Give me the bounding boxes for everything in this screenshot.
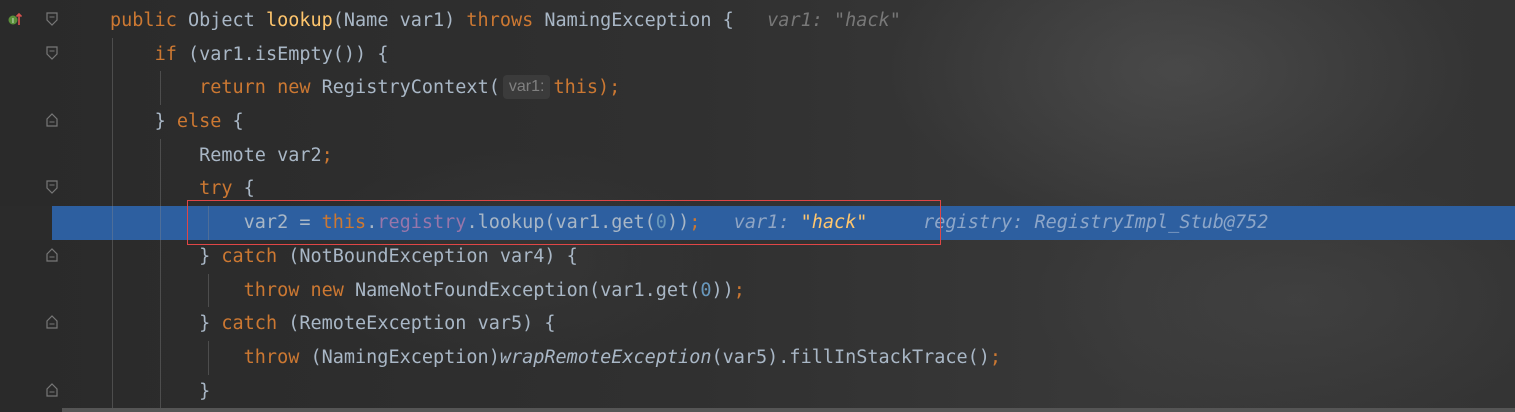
field-name: registry: [377, 212, 467, 234]
call-end: )): [711, 279, 734, 301]
keyword: try: [199, 178, 244, 200]
debug-inline-value-label: var1:: [733, 212, 801, 234]
catch-clause: (RemoteException var5) {: [288, 313, 556, 335]
keyword: return: [199, 77, 278, 99]
execution-point-line[interactable]: var2 = this.registry.lookup(var1.get(0))…: [0, 206, 1515, 240]
exception-type: NamingException {: [544, 10, 734, 31]
keyword: throw: [243, 346, 311, 368]
statement-end: ;: [321, 144, 333, 166]
keyword: throws: [466, 10, 545, 31]
static-method-call: wrapRemoteException: [499, 346, 712, 368]
brace: {: [243, 178, 255, 200]
debug-inline-value: registry: RegistryImpl_Stub@752: [923, 212, 1269, 234]
code-lines[interactable]: public Object lookup(Name var1) throws N…: [0, 4, 1515, 409]
code-line[interactable]: if (var1.isEmpty()) {: [0, 37, 1515, 72]
brace: }: [154, 111, 177, 133]
code-editor[interactable]: I public Object lookup(Name var1) throws…: [0, 0, 1515, 412]
statement-end: ;: [733, 279, 745, 301]
keyword: else: [176, 111, 233, 133]
keyword: if: [154, 43, 188, 65]
brace: }: [199, 380, 211, 402]
declaration: Remote var2: [199, 144, 322, 166]
number-literal: 0: [700, 279, 712, 301]
parameters: (Name var1): [332, 10, 467, 31]
constructor-call: NameNotFoundException(var1.get(: [355, 279, 701, 301]
brace: }: [199, 245, 222, 267]
brace: }: [199, 313, 222, 335]
code-line[interactable]: Remote var2;: [0, 138, 1515, 173]
code-line[interactable]: try {: [0, 172, 1515, 207]
dot: .: [366, 212, 378, 234]
code-line[interactable]: throw new NameNotFoundException(var1.get…: [0, 273, 1515, 308]
debug-inline-value: "hack": [800, 212, 868, 234]
keyword: this: [321, 212, 367, 234]
code-line[interactable]: public Object lookup(Name var1) throws N…: [0, 4, 1515, 38]
condition: (var1.isEmpty()) {: [187, 43, 389, 65]
keyword: new: [310, 279, 356, 301]
code-line[interactable]: } catch (RemoteException var5) {: [0, 307, 1515, 341]
code-line[interactable]: } else {: [0, 105, 1515, 139]
parameter-name-hint: var1:: [502, 75, 551, 100]
class-name: RegistryContext(: [321, 77, 500, 99]
brace: {: [232, 111, 244, 133]
debug-inline-value: "hack": [834, 10, 901, 31]
method-chain: (var5).fillInStackTrace(): [711, 346, 990, 368]
keyword: new: [277, 77, 322, 99]
keyword: catch: [221, 245, 289, 267]
method-call: .lookup(var1.get(: [466, 212, 656, 234]
debug-inline-value-label: var1:: [767, 10, 834, 31]
code-line[interactable]: }: [0, 374, 1515, 409]
keyword: catch: [221, 313, 289, 335]
statement-end: );: [598, 77, 621, 99]
code-line[interactable]: } catch (NotBoundException var4) {: [0, 239, 1515, 274]
cast: (NamingException): [310, 346, 500, 368]
assignment: var2 =: [243, 212, 322, 234]
code-line[interactable]: return new RegistryContext(var1: this);: [0, 71, 1515, 106]
number-literal: 0: [655, 212, 667, 234]
method-name: lookup: [265, 10, 333, 31]
statement-end: ;: [689, 212, 701, 234]
type-name: Object: [187, 10, 266, 31]
code-line[interactable]: throw (NamingException)wrapRemoteExcepti…: [0, 340, 1515, 375]
keyword: public: [110, 10, 188, 31]
keyword: throw: [243, 279, 311, 301]
method-call-end: )): [666, 212, 690, 234]
keyword: this: [553, 77, 598, 99]
statement-end: ;: [989, 346, 1002, 368]
catch-clause: (NotBoundException var4) {: [288, 245, 578, 267]
horizontal-scrollbar[interactable]: [62, 408, 1515, 412]
